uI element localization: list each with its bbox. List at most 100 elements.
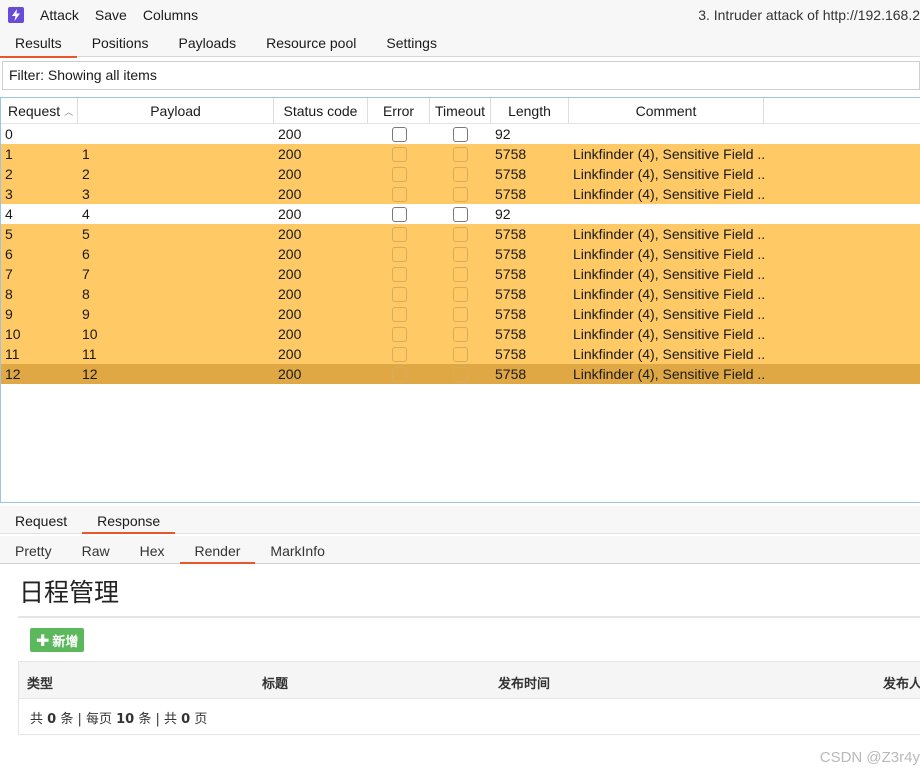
cell-payload: 3: [82, 186, 90, 202]
add-button[interactable]: ✚ 新增: [30, 628, 85, 652]
tab-request[interactable]: Request: [0, 506, 82, 533]
menu-save[interactable]: Save: [95, 7, 127, 23]
table-row[interactable]: 6 6 200 5758 Linkfinder (4), Sensitive Field…: [1, 244, 920, 264]
cell-length: 5758: [495, 266, 527, 282]
column-header-title: 标题: [262, 677, 289, 692]
error-checkbox: [391, 346, 407, 362]
tab-raw[interactable]: Raw: [67, 536, 125, 563]
tab-results[interactable]: Results: [0, 30, 77, 58]
table-row[interactable]: 0 200 92: [1, 124, 920, 144]
cell-request: 4: [5, 206, 13, 222]
cell-comment: Linkfinder (4), Sensitive Field ...: [573, 266, 764, 282]
cell-payload: 2: [82, 166, 90, 182]
cell-length: 5758: [495, 366, 527, 382]
watermark: CSDN @Z3r4y: [819, 749, 920, 766]
cell-status-code: 200: [278, 286, 302, 302]
burp-lightning-icon: [8, 7, 24, 23]
timeout-checkbox: [453, 306, 468, 322]
cell-timeout: [430, 344, 491, 364]
cell-payload: 4: [82, 206, 90, 222]
cell-request: 5: [5, 226, 13, 242]
cell-status-code: 200: [278, 226, 302, 242]
table-row[interactable]: 1 1 200 5758 Linkfinder (4), Sensitive Field…: [1, 144, 920, 164]
error-checkbox: [391, 286, 407, 302]
cell-payload: 1: [82, 146, 90, 162]
column-header-status-code[interactable]: Status code: [274, 98, 368, 124]
cell-length: 5758: [495, 166, 527, 182]
table-row[interactable]: 7 7 200 5758 Linkfinder (4), Sensitive Field…: [1, 264, 920, 284]
cell-timeout: [430, 244, 491, 264]
timeout-checkbox: [453, 186, 468, 202]
tab-positions[interactable]: Positions: [77, 30, 164, 57]
menu-attack[interactable]: Attack: [40, 7, 79, 23]
add-button-label: 新增: [52, 634, 79, 650]
column-header-payload[interactable]: Payload: [78, 98, 274, 124]
error-checkbox: [391, 166, 407, 182]
table-row[interactable]: 12 12 200 5758 Linkfinder (4), Sensitive Fie…: [1, 364, 920, 384]
page-title: 日程管理: [19, 578, 120, 607]
table-row[interactable]: 3 3 200 5758 Linkfinder (4), Sensitive Field…: [1, 184, 920, 204]
tab-hex[interactable]: Hex: [125, 536, 180, 563]
cell-comment: Linkfinder (4), Sensitive Field ...: [573, 286, 764, 302]
cell-status-code: 200: [278, 126, 302, 142]
cell-error: [368, 204, 430, 224]
column-header-request[interactable]: Request ︿: [1, 98, 78, 124]
cell-timeout: [430, 164, 491, 184]
tab-pretty[interactable]: Pretty: [0, 536, 67, 563]
cell-payload: 9: [82, 306, 90, 322]
column-header-length[interactable]: Length: [491, 98, 569, 124]
table-row[interactable]: 9 9 200 5758 Linkfinder (4), Sensitive Field…: [1, 304, 920, 324]
error-checkbox: [391, 326, 407, 342]
tab-payloads[interactable]: Payloads: [164, 30, 252, 57]
menu-columns[interactable]: Columns: [143, 7, 198, 23]
cell-request: 6: [5, 246, 13, 262]
table-row[interactable]: 8 8 200 5758 Linkfinder (4), Sensitive Field…: [1, 284, 920, 304]
tab-render[interactable]: Render: [179, 536, 256, 564]
pagination-info: 共 0 条 | 每页 10 条 | 共 0 页: [30, 708, 207, 727]
table-row[interactable]: 11 11 200 5758 Linkfinder (4), Sensitive Fie…: [1, 344, 920, 364]
timeout-checkbox: [453, 126, 468, 142]
cell-error: [368, 324, 430, 344]
cell-request: 12: [5, 366, 21, 382]
table-row[interactable]: 5 5 200 5758 Linkfinder (4), Sensitive Field…: [1, 224, 920, 244]
column-header-timeout[interactable]: Timeout: [430, 98, 491, 124]
pager-per-page: 10: [116, 712, 135, 727]
cell-request: 2: [5, 166, 13, 182]
cell-status-code: 200: [278, 206, 302, 222]
cell-length: 5758: [495, 246, 527, 262]
error-checkbox: [391, 366, 407, 382]
cell-error: [368, 244, 430, 264]
table-row[interactable]: 10 10 200 5758 Linkfinder (4), Sensitive Fie…: [1, 324, 920, 344]
timeout-checkbox: [453, 326, 468, 342]
cell-length: 5758: [495, 226, 527, 242]
error-checkbox: [391, 306, 407, 322]
cell-error: [368, 364, 430, 384]
cell-length: 5758: [495, 326, 527, 342]
table-row[interactable]: 2 2 200 5758 Linkfinder (4), Sensitive Field…: [1, 164, 920, 184]
cell-error: [368, 224, 430, 244]
error-checkbox: [391, 126, 407, 142]
cell-comment: Linkfinder (4), Sensitive Field ...: [573, 366, 764, 382]
cell-error: [368, 304, 430, 324]
column-header-comment[interactable]: Comment: [569, 98, 764, 124]
column-header-error[interactable]: Error: [368, 98, 430, 124]
pager-pages: 0: [181, 712, 191, 727]
tab-response[interactable]: Response: [82, 506, 176, 534]
cell-status-code: 200: [278, 346, 302, 362]
column-header-publisher: 发布人: [883, 677, 920, 692]
cell-request: 0: [5, 126, 13, 142]
cell-error: [368, 164, 430, 184]
cell-length: 92: [495, 126, 511, 142]
column-header-publish-time: 发布时间: [498, 677, 551, 692]
cell-payload: 5: [82, 226, 90, 242]
tab-resource-pool[interactable]: Resource pool: [251, 30, 371, 57]
cell-payload: 8: [82, 286, 90, 302]
tab-markinfo[interactable]: MarkInfo: [255, 536, 339, 563]
table-row[interactable]: 4 4 200 92: [1, 204, 920, 224]
cell-comment: Linkfinder (4), Sensitive Field ...: [573, 226, 764, 242]
render-view: 日程管理 ✚ 新增 类型 标题 发布时间 发布人 共 0 条 | 每页 10 条…: [0, 565, 920, 774]
filter-bar[interactable]: Filter: Showing all items: [2, 61, 920, 90]
tab-settings[interactable]: Settings: [371, 30, 452, 57]
table-header: Request ︿ Payload Status code Error Time…: [1, 98, 920, 124]
cell-error: [368, 124, 430, 144]
